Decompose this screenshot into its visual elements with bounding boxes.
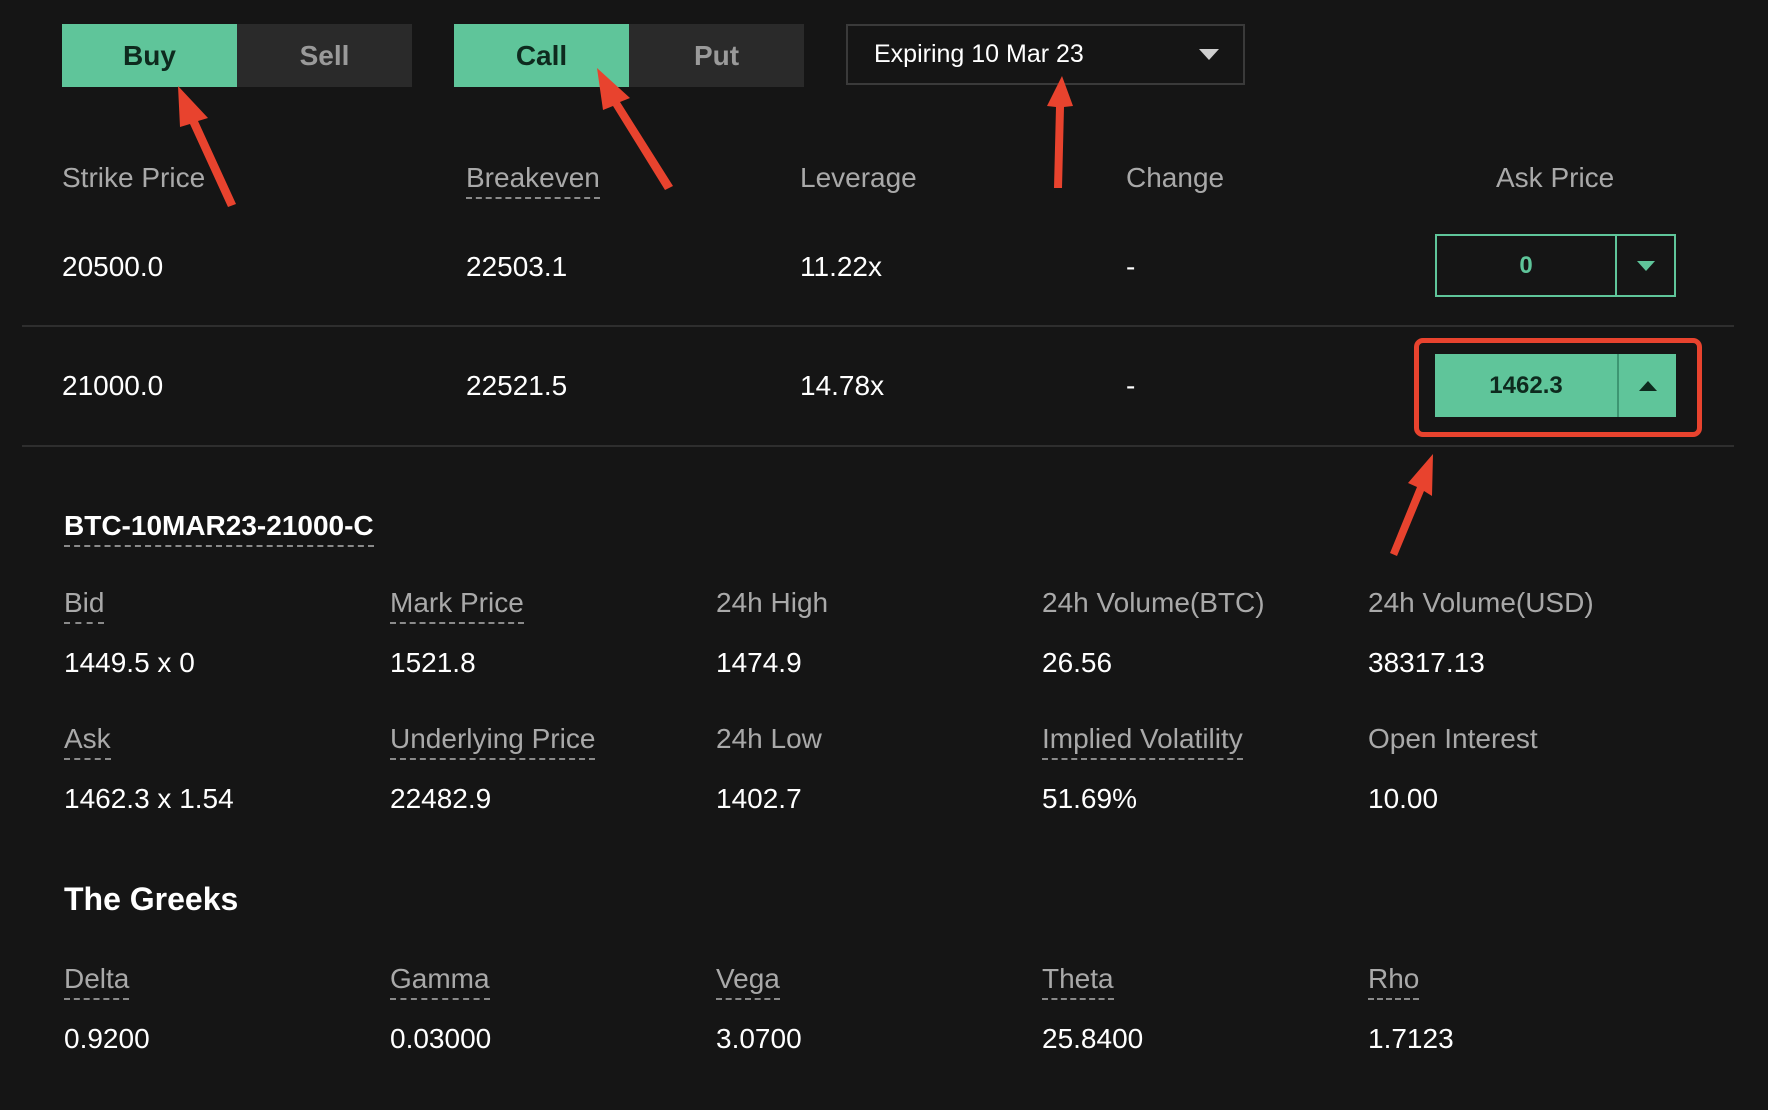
header-ask-price: Ask Price: [1496, 162, 1615, 193]
row1-ask-button[interactable]: 0: [1435, 234, 1676, 297]
rho-label[interactable]: Rho: [1368, 963, 1420, 1000]
instrument-name[interactable]: BTC-10MAR23-21000-C: [64, 510, 374, 547]
header-change: Change: [1126, 162, 1225, 193]
row2-leverage: 14.78x: [800, 370, 885, 401]
header-strike-price: Strike Price: [62, 162, 206, 193]
call-button[interactable]: Call: [454, 24, 629, 87]
row1-ask-value: 0: [1437, 236, 1617, 295]
low-24h-value: 1402.7: [716, 783, 802, 814]
header-breakeven[interactable]: Breakeven: [466, 162, 600, 199]
row-divider: [22, 325, 1734, 327]
vega-label[interactable]: Vega: [716, 963, 780, 1000]
high-24h-label: 24h High: [716, 587, 829, 618]
mark-price-label[interactable]: Mark Price: [390, 587, 524, 624]
row1-strike: 20500.0: [62, 251, 164, 282]
ask-label[interactable]: Ask: [64, 723, 111, 760]
volume-usd-label: 24h Volume(USD): [1368, 587, 1594, 618]
row1-leverage: 11.22x: [800, 251, 882, 282]
delta-label[interactable]: Delta: [64, 963, 130, 1000]
annotation-arrow-icon: [1047, 76, 1073, 188]
implied-volatility-label[interactable]: Implied Volatility: [1042, 723, 1243, 760]
underlying-price-value: 22482.9: [390, 783, 492, 814]
row1-breakeven: 22503.1: [466, 251, 568, 282]
row-divider: [22, 445, 1734, 447]
expiry-label: Expiring 10 Mar 23: [874, 40, 1084, 68]
open-interest-label: Open Interest: [1368, 723, 1538, 754]
theta-value: 25.8400: [1042, 1023, 1144, 1054]
header-leverage: Leverage: [800, 162, 917, 193]
theta-label[interactable]: Theta: [1042, 963, 1114, 1000]
volume-btc-label: 24h Volume(BTC): [1042, 587, 1265, 618]
vega-value: 3.0700: [716, 1023, 802, 1054]
ask-value: 1462.3 x 1.54: [64, 783, 234, 814]
buy-button[interactable]: Buy: [62, 24, 237, 87]
underlying-price-label[interactable]: Underlying Price: [390, 723, 596, 760]
mark-price-value: 1521.8: [390, 647, 476, 678]
row1-change: -: [1126, 251, 1136, 282]
gamma-label[interactable]: Gamma: [390, 963, 490, 1000]
annotation-highlight-box: [1414, 338, 1702, 437]
delta-value: 0.9200: [64, 1023, 150, 1054]
high-24h-value: 1474.9: [716, 647, 802, 678]
put-button[interactable]: Put: [629, 24, 804, 87]
gamma-value: 0.03000: [390, 1023, 492, 1054]
open-interest-value: 10.00: [1368, 783, 1439, 814]
buy-sell-toggle: Buy Sell: [62, 24, 412, 87]
annotation-arrow-icon: [1390, 454, 1433, 556]
row2-breakeven: 22521.5: [466, 370, 568, 401]
sell-button[interactable]: Sell: [237, 24, 412, 87]
implied-volatility-value: 51.69%: [1042, 783, 1137, 814]
bid-value: 1449.5 x 0: [64, 647, 195, 678]
low-24h-label: 24h Low: [716, 723, 822, 754]
call-put-toggle: Call Put: [454, 24, 804, 87]
volume-btc-value: 26.56: [1042, 647, 1113, 678]
volume-usd-value: 38317.13: [1368, 647, 1485, 678]
chevron-down-icon: [1199, 49, 1219, 60]
expiry-select[interactable]: Expiring 10 Mar 23: [846, 24, 1245, 85]
greeks-heading: The Greeks: [64, 881, 239, 917]
options-order-panel: Buy Sell Call Put Expiring 10 Mar 23 Str…: [0, 0, 1768, 1110]
row1-expand-toggle[interactable]: [1617, 236, 1674, 295]
row2-strike: 21000.0: [62, 370, 164, 401]
rho-value: 1.7123: [1368, 1023, 1454, 1054]
chevron-down-icon: [1636, 260, 1655, 271]
row2-change: -: [1126, 370, 1136, 401]
bid-label[interactable]: Bid: [64, 587, 105, 624]
